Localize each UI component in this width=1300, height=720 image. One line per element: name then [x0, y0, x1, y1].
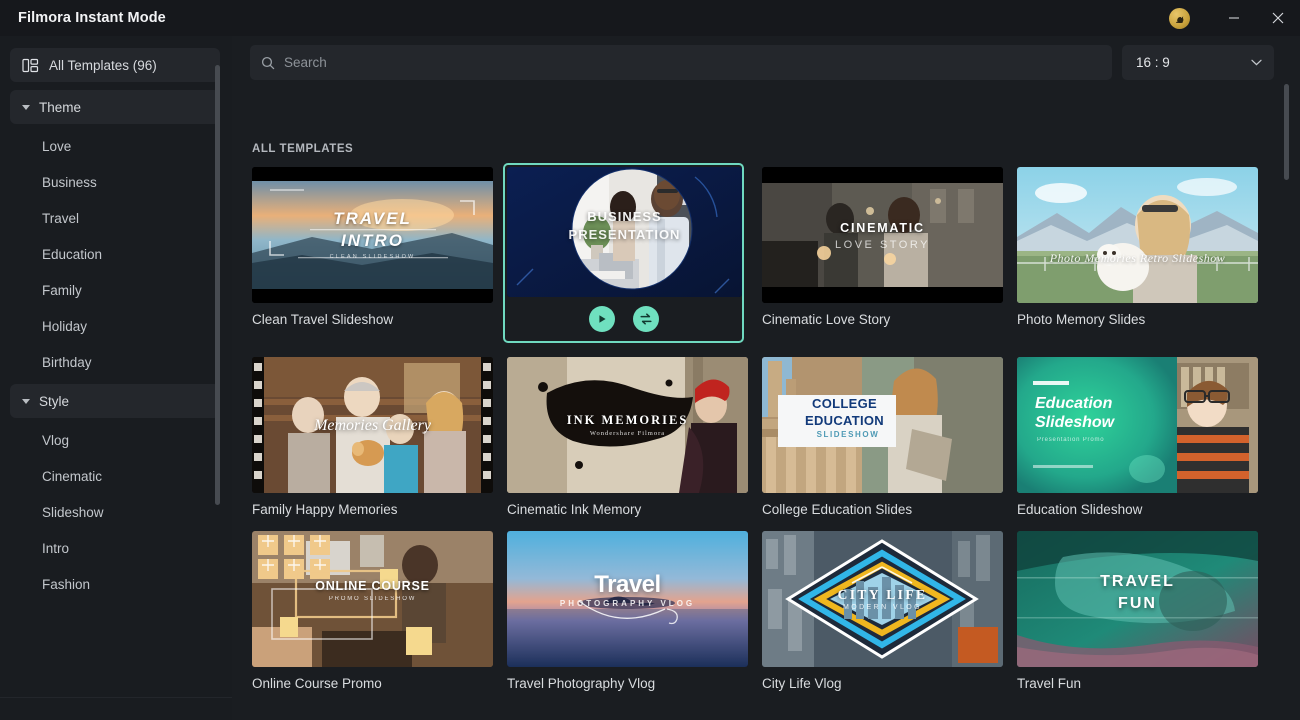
template-thumbnail: BUSINESS PRESENTATION	[507, 167, 742, 297]
sidebar-item-label: Birthday	[42, 354, 92, 370]
aspect-ratio-value: 16 : 9	[1136, 55, 1170, 70]
template-title: Photo Memory Slides	[1017, 312, 1146, 327]
sidebar-item-label: Vlog	[42, 432, 70, 448]
template-card[interactable]: COLLEGE EDUCATION SLIDESHOW College Educ…	[762, 357, 1003, 517]
template-title: Family Happy Memories	[252, 502, 398, 517]
template-title: Clean Travel Slideshow	[252, 312, 394, 327]
sidebar-item-label: Family	[42, 282, 82, 298]
sidebar-item-education[interactable]: Education	[10, 240, 220, 268]
sidebar-item-label: Holiday	[42, 318, 88, 334]
sidebar-item-label: Love	[42, 138, 72, 154]
search-box[interactable]	[250, 45, 1112, 80]
sidebar-scrollbar-thumb[interactable]	[215, 65, 220, 505]
sidebar-item-business[interactable]: Business	[10, 168, 220, 196]
sidebar-item-holiday[interactable]: Holiday	[10, 312, 220, 340]
sidebar-group-label: Style	[39, 393, 70, 409]
template-thumbnail: Photo Memories Retro Slideshow	[1017, 167, 1258, 303]
template-thumbnail: Travel PHOTOGRAPHY VLOG	[507, 531, 748, 667]
sidebar-item-label: Cinematic	[42, 468, 103, 484]
filmora-instant-mode-window: Filmora Instant Mode All Templates (96) …	[0, 0, 1300, 720]
search-input[interactable]	[284, 55, 1064, 70]
template-card[interactable]: TRAVEL FUN Travel Fun	[1017, 531, 1258, 691]
template-title: Education Slideshow	[1017, 502, 1143, 517]
template-card[interactable]: Travel PHOTOGRAPHY VLOG Travel Photograp…	[507, 531, 748, 691]
template-card[interactable]: INK MEMORIES Wondershare Filmora Cinemat…	[507, 357, 748, 517]
sidebar-group-theme[interactable]: Theme	[10, 90, 220, 124]
chevron-down-icon	[22, 398, 30, 404]
sidebar-group-label: Theme	[39, 99, 82, 115]
template-title: Online Course Promo	[252, 676, 382, 691]
sidebar-item-intro[interactable]: Intro	[10, 534, 220, 562]
sidebar-item-love[interactable]: Love	[10, 132, 220, 160]
template-thumbnail: CITY LIFE MODERN VLOG	[762, 531, 1003, 667]
template-thumbnail: Memories Gallery	[252, 357, 493, 493]
sidebar: All Templates (96) Theme Love Business T…	[0, 36, 232, 720]
template-thumbnail: TRAVEL INTRO CLEAN SLIDESHOW	[252, 167, 493, 303]
sidebar-item-travel[interactable]: Travel	[10, 204, 220, 232]
template-thumbnail: COLLEGE EDUCATION SLIDESHOW	[762, 357, 1003, 493]
window-controls	[1169, 0, 1300, 36]
template-title: Travel Photography Vlog	[507, 676, 656, 691]
template-title: College Education Slides	[762, 502, 913, 517]
sidebar-divider	[0, 697, 232, 698]
sidebar-item-slideshow[interactable]: Slideshow	[10, 498, 220, 526]
sidebar-item-label: Travel	[42, 210, 80, 226]
play-icon	[598, 315, 606, 323]
toolbar: 16 : 9	[232, 36, 1300, 90]
preview-play-button[interactable]	[588, 306, 615, 332]
app-title: Filmora Instant Mode	[18, 10, 166, 26]
template-thumbnail: CINEMATIC LOVE STORY	[762, 167, 1003, 303]
sidebar-item-all-templates[interactable]: All Templates (96)	[10, 48, 220, 82]
minimize-button[interactable]	[1212, 2, 1256, 34]
template-thumbnail: ONLINE COURSE PROMO SLIDESHOW	[252, 531, 493, 667]
sidebar-list: All Templates (96) Theme Love Business T…	[0, 36, 232, 598]
template-card-actions	[507, 297, 740, 341]
title-bar: Filmora Instant Mode	[0, 0, 1300, 36]
template-title: Cinematic Ink Memory	[507, 502, 642, 517]
template-grid: TRAVEL INTRO CLEAN SLIDESHOW Clean Trave…	[252, 163, 1282, 720]
aspect-ratio-select[interactable]: 16 : 9	[1122, 45, 1274, 80]
sidebar-item-family[interactable]: Family	[10, 276, 220, 304]
template-card[interactable]: Photo Memories Retro Slideshow Photo Mem…	[1017, 167, 1258, 343]
main-content: 16 : 9 ALL TEMPLATES	[232, 36, 1300, 720]
sidebar-item-label: Slideshow	[42, 504, 104, 520]
chevron-down-icon	[22, 104, 30, 110]
template-card[interactable]: Memories Gallery Family Happy Memories	[252, 357, 493, 517]
chevron-down-icon	[1251, 59, 1262, 66]
sidebar-item-fashion[interactable]: Fashion	[10, 570, 220, 598]
swap-arrows-icon	[639, 313, 652, 325]
sidebar-item-birthday[interactable]: Birthday	[10, 348, 220, 376]
template-thumbnail: INK MEMORIES Wondershare Filmora	[507, 357, 748, 493]
sidebar-item-label: Education	[42, 246, 103, 262]
template-card-selected[interactable]: BUSINESS PRESENTATION	[503, 163, 744, 343]
template-card[interactable]: CINEMATIC LOVE STORY Cinematic Love Stor…	[762, 167, 1003, 343]
search-icon	[261, 56, 275, 69]
template-title: City Life Vlog	[762, 676, 842, 691]
template-card[interactable]: ONLINE COURSE PROMO SLIDESHOW Online Cou…	[252, 531, 493, 691]
apply-template-button[interactable]	[632, 306, 659, 332]
template-card[interactable]: CITY LIFE MODERN VLOG City Life Vlog	[762, 531, 1003, 691]
sidebar-item-label: All Templates (96)	[49, 57, 157, 73]
grid-layout-icon	[22, 58, 39, 72]
sidebar-item-label: Fashion	[42, 576, 91, 592]
template-card[interactable]: Education Slideshow Presentation Promo E…	[1017, 357, 1258, 517]
sidebar-item-vlog[interactable]: Vlog	[10, 426, 220, 454]
sidebar-group-style[interactable]: Style	[10, 384, 220, 418]
bird-badge-icon[interactable]	[1169, 7, 1190, 29]
section-title: ALL TEMPLATES	[252, 143, 354, 155]
sidebar-item-label: Intro	[42, 540, 70, 556]
sidebar-item-label: Business	[42, 174, 97, 190]
template-title: Travel Fun	[1017, 676, 1082, 691]
sidebar-item-cinematic[interactable]: Cinematic	[10, 462, 220, 490]
template-thumbnail: Education Slideshow Presentation Promo	[1017, 357, 1258, 493]
template-card[interactable]: TRAVEL INTRO CLEAN SLIDESHOW Clean Trave…	[252, 167, 493, 343]
main-scrollbar-thumb[interactable]	[1284, 84, 1289, 180]
close-button[interactable]	[1256, 2, 1300, 34]
template-thumbnail: TRAVEL FUN	[1017, 531, 1258, 667]
template-title: Cinematic Love Story	[762, 312, 891, 327]
